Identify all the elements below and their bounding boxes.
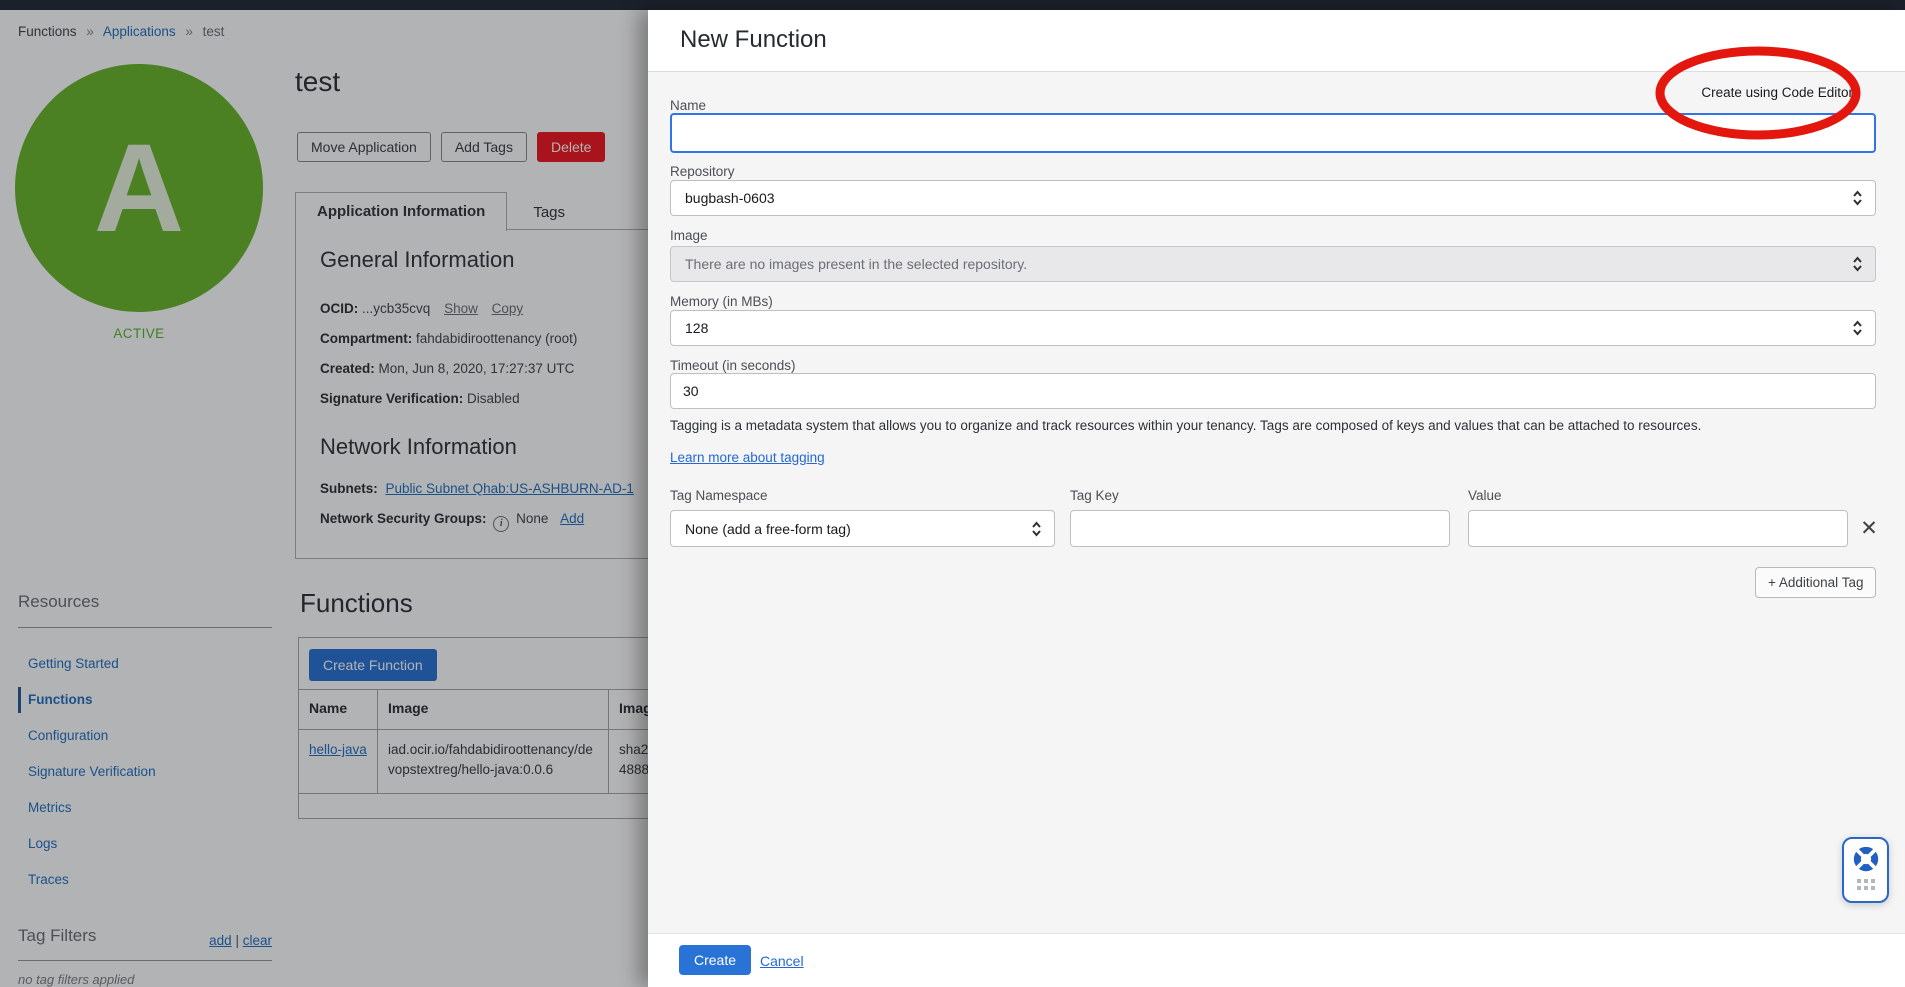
create-using-code-editor-link[interactable]: Create using Code Editor bbox=[1701, 85, 1853, 100]
name-label: Name bbox=[670, 98, 706, 113]
additional-tag-button[interactable]: + Additional Tag bbox=[1755, 567, 1876, 598]
tag-namespace-label: Tag Namespace bbox=[670, 488, 768, 503]
help-widget[interactable] bbox=[1842, 837, 1889, 903]
tag-namespace-selected-value: None (add a free-form tag) bbox=[671, 521, 1031, 537]
drawer-header: New Function bbox=[648, 10, 1905, 72]
cancel-link[interactable]: Cancel bbox=[760, 953, 804, 969]
modal-overlay[interactable] bbox=[0, 10, 648, 987]
image-select: There are no images present in the selec… bbox=[670, 246, 1876, 282]
repository-label: Repository bbox=[670, 164, 735, 179]
name-input[interactable] bbox=[670, 113, 1876, 153]
image-placeholder-text: There are no images present in the selec… bbox=[671, 256, 1852, 272]
select-chevrons-icon bbox=[1852, 319, 1863, 337]
remove-tag-icon[interactable]: ✕ bbox=[1854, 516, 1884, 542]
tag-key-label: Tag Key bbox=[1070, 488, 1119, 503]
timeout-label: Timeout (in seconds) bbox=[670, 358, 796, 373]
drawer-title: New Function bbox=[680, 26, 827, 54]
repository-select[interactable]: bugbash-0603 bbox=[670, 180, 1876, 216]
life-preserver-icon[interactable] bbox=[1851, 844, 1881, 874]
tag-value-input[interactable] bbox=[1468, 510, 1848, 547]
tag-key-input[interactable] bbox=[1070, 510, 1450, 547]
drawer-footer: Create Cancel bbox=[648, 933, 1905, 987]
tag-namespace-select[interactable]: None (add a free-form tag) bbox=[670, 510, 1055, 547]
memory-label: Memory (in MBs) bbox=[670, 294, 773, 309]
tagging-description: Tagging is a metadata system that allows… bbox=[670, 418, 1876, 433]
select-chevrons-icon bbox=[1852, 189, 1863, 207]
select-chevrons-icon bbox=[1852, 255, 1863, 273]
tag-value-label: Value bbox=[1468, 488, 1502, 503]
repository-selected-value: bugbash-0603 bbox=[671, 190, 1852, 206]
image-label: Image bbox=[670, 228, 708, 243]
memory-selected-value: 128 bbox=[671, 320, 1852, 336]
timeout-input[interactable] bbox=[670, 373, 1876, 409]
drag-handle-dots-icon[interactable] bbox=[1857, 879, 1875, 890]
top-navigation-bar bbox=[0, 0, 1905, 10]
learn-more-tagging-link[interactable]: Learn more about tagging bbox=[670, 450, 825, 465]
create-button[interactable]: Create bbox=[679, 945, 751, 975]
memory-select[interactable]: 128 bbox=[670, 310, 1876, 346]
new-function-drawer: New Function Create using Code Editor Na… bbox=[648, 10, 1905, 987]
select-chevrons-icon bbox=[1031, 520, 1042, 538]
